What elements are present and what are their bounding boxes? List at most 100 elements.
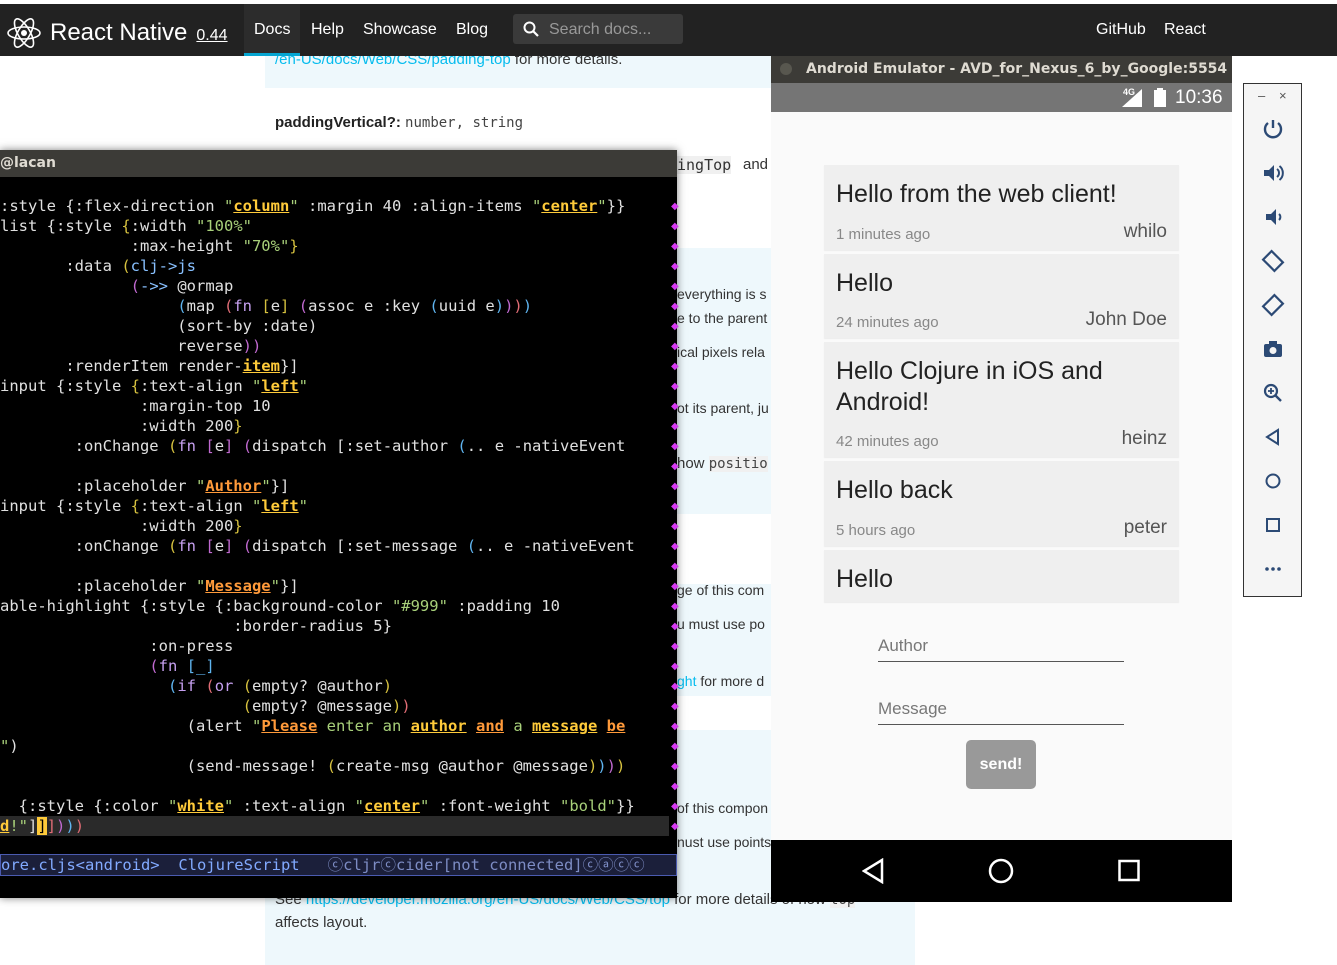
code-line[interactable] xyxy=(0,776,669,796)
code-line[interactable]: :style {:flex-direction "column" :margin… xyxy=(0,196,669,216)
send-button[interactable]: send! xyxy=(966,740,1036,789)
fringe-marker: ◆ xyxy=(671,541,679,552)
status-clock: 10:36 xyxy=(1175,87,1223,108)
code-line[interactable]: :border-radius 5} xyxy=(0,616,669,636)
code-line[interactable]: :on-press xyxy=(0,636,669,656)
code-line[interactable]: :placeholder "Message"}] xyxy=(0,576,669,596)
code-line[interactable]: ") xyxy=(0,736,669,756)
code-line[interactable]: (->> @ormap xyxy=(0,276,669,296)
code-line[interactable]: :max-height "70%"} xyxy=(0,236,669,256)
message-author: whilo xyxy=(1123,221,1167,242)
code-editor[interactable]: :style {:flex-direction "column" :margin… xyxy=(0,196,669,836)
emacs-titlebar[interactable]: @lacan xyxy=(0,150,677,177)
overview-icon[interactable] xyxy=(1118,858,1140,884)
code-line[interactable]: input {:style {:text-align "left" xyxy=(0,376,669,396)
code-line[interactable]: {:style {:color "white" :text-align "cen… xyxy=(0,796,669,816)
code-line[interactable]: :placeholder "Author"}] xyxy=(0,476,669,496)
code-line[interactable]: list {:style {:width "100%" xyxy=(0,216,669,236)
message-card[interactable]: Hello back 5 hours ago peter xyxy=(824,461,1179,546)
message-card[interactable]: Hello xyxy=(824,550,1179,602)
doc-text: affects layout. xyxy=(275,914,368,931)
nav-react[interactable]: React xyxy=(1164,21,1206,39)
message-author: John Doe xyxy=(1085,309,1167,330)
message-field[interactable] xyxy=(878,694,1124,725)
docs-navbar: React Native 0.44 Docs Help Showcase Blo… xyxy=(0,4,1337,56)
fringe-marker: ◆ xyxy=(671,561,679,572)
doc-text-frag: nust use points xyxy=(677,834,772,850)
code-line[interactable] xyxy=(0,456,669,476)
rotate-right-icon[interactable] xyxy=(1261,293,1285,317)
home-icon[interactable] xyxy=(988,858,1014,884)
minimize-button[interactable]: – xyxy=(1258,88,1265,103)
window-close-dot[interactable] xyxy=(780,63,792,75)
fringe-marker: ◆ xyxy=(671,501,679,512)
nav-blog[interactable]: Blog xyxy=(456,21,488,39)
message-card[interactable]: Hello from the web client! 1 minutes ago… xyxy=(824,165,1179,250)
message-text: Hello Clojure in iOS and Android! xyxy=(836,357,1103,416)
doc-link-frag[interactable]: ght xyxy=(677,673,696,689)
brand-title: React Native xyxy=(50,19,188,46)
fringe-marker: ◆ xyxy=(671,381,679,392)
fringe-marker: ◆ xyxy=(671,281,679,292)
doc-text-frag: ge of this com xyxy=(677,582,765,598)
power-icon[interactable] xyxy=(1261,117,1285,141)
search-input[interactable] xyxy=(547,14,681,46)
message-card[interactable]: Hello 24 minutes ago John Doe xyxy=(824,254,1179,338)
modeline-minor-modes: ⓒcljrⓒcider[not connected]ⓒⓐⓒⓒ xyxy=(327,856,645,874)
code-line[interactable]: :width 200} xyxy=(0,516,669,536)
code-line[interactable]: (if (or (empty? @author) xyxy=(0,676,669,696)
author-field[interactable] xyxy=(878,631,1124,662)
fringe-marker: ◆ xyxy=(671,741,679,752)
volume-down-icon[interactable] xyxy=(1261,205,1285,229)
search-box[interactable] xyxy=(513,14,683,46)
home-icon[interactable] xyxy=(1261,469,1285,493)
more-icon[interactable] xyxy=(1261,557,1285,581)
code-line[interactable]: (empty? @message)) xyxy=(0,696,669,716)
version-link[interactable]: 0.44 xyxy=(196,27,227,45)
message-time: 24 minutes ago xyxy=(836,314,939,331)
code-line[interactable]: :onChange (fn [e] (dispatch [:set-messag… xyxy=(0,536,669,556)
doc-text-frag: of this compon xyxy=(677,800,769,816)
code-line[interactable]: (fn [_] xyxy=(0,656,669,676)
code-line[interactable]: :renderItem render-item}] xyxy=(0,356,669,376)
code-line[interactable]: :onChange (fn [e] (dispatch [:set-author… xyxy=(0,436,669,456)
doc-text-frag: and xyxy=(743,156,769,173)
search-icon xyxy=(523,21,539,37)
code-line[interactable]: input {:style {:text-align "left" xyxy=(0,496,669,516)
nav-help[interactable]: Help xyxy=(311,21,344,39)
code-line[interactable]: (map (fn [e] (assoc e :key (uuid e)))) xyxy=(0,296,669,316)
nav-showcase[interactable]: Showcase xyxy=(363,21,437,39)
close-button[interactable]: × xyxy=(1279,88,1287,103)
code-line[interactable]: :width 200} xyxy=(0,416,669,436)
fringe-marker: ◆ xyxy=(671,361,679,372)
code-line[interactable]: :data (clj->js xyxy=(0,256,669,276)
zoom-icon[interactable] xyxy=(1261,381,1285,405)
overview-icon[interactable] xyxy=(1261,513,1285,537)
nav-docs[interactable]: Docs xyxy=(254,21,290,39)
fringe-marker: ◆ xyxy=(671,781,679,792)
emulator-titlebar[interactable]: Android Emulator - AVD_for_Nexus_6_by_Go… xyxy=(771,56,1232,83)
code-line[interactable]: :margin-top 10 xyxy=(0,396,669,416)
back-icon[interactable] xyxy=(1261,425,1285,449)
message-card[interactable]: Hello Clojure in iOS and Android! 42 min… xyxy=(824,342,1179,457)
message-text: Hello from the web client! xyxy=(836,180,1117,208)
brand[interactable]: React Native 0.44 xyxy=(6,16,228,50)
code-line[interactable]: (alert "Please enter an author and a mes… xyxy=(0,716,669,736)
code-line[interactable]: able-highlight {:style {:background-colo… xyxy=(0,596,669,616)
emacs-window: @lacan :style {:flex-direction "column" … xyxy=(0,150,679,898)
code-line[interactable] xyxy=(0,556,669,576)
nav-github[interactable]: GitHub xyxy=(1096,21,1146,39)
modeline: ore.cljs<android> ClojureScript ⓒcljrⓒci… xyxy=(0,854,677,876)
fringe-marker: ◆ xyxy=(671,681,679,692)
code-line[interactable]: reverse)) xyxy=(0,336,669,356)
code-line[interactable]: (sort-by :date) xyxy=(0,316,669,336)
camera-icon[interactable] xyxy=(1261,337,1285,361)
fringe-marker: ◆ xyxy=(671,521,679,532)
volume-up-icon[interactable] xyxy=(1261,161,1285,185)
doc-code-frag: ingTop xyxy=(677,156,732,174)
back-icon[interactable] xyxy=(862,858,884,884)
code-line[interactable]: (send-message! (create-msg @author @mess… xyxy=(0,756,669,776)
rotate-left-icon[interactable] xyxy=(1261,249,1285,273)
doc-text-frag: everything is s xyxy=(677,286,767,302)
code-current-line[interactable]: d!"]]]))) xyxy=(0,816,669,836)
